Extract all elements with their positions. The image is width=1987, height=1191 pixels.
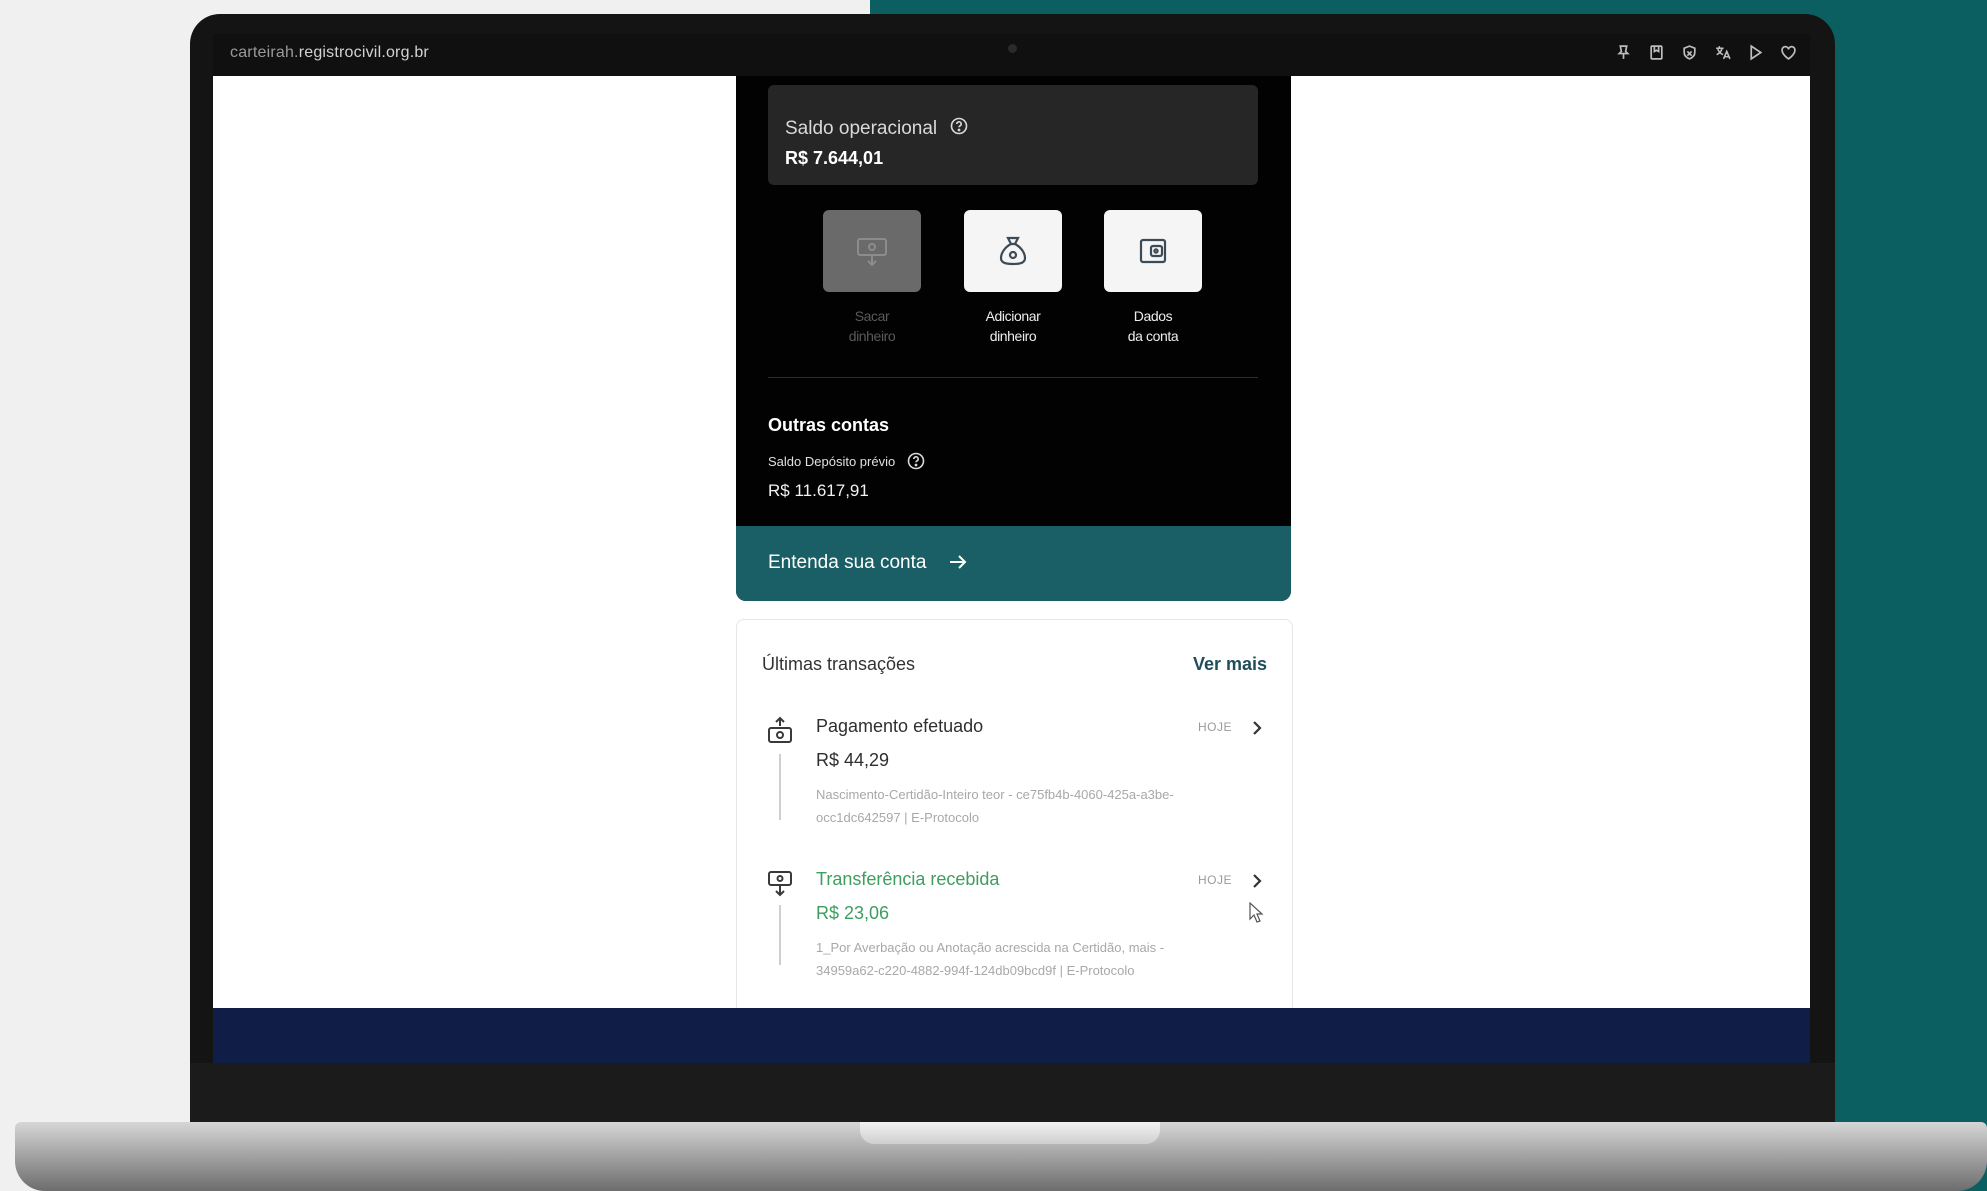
withdraw-money-label: Sacar dinheiro [848, 308, 896, 344]
url-host: registrocivil.org.br [298, 44, 429, 61]
section-divider [768, 377, 1258, 378]
balance-label-row: Saldo operacional [785, 117, 968, 141]
wallet-icon [1139, 238, 1167, 264]
understand-account-label: Entenda sua conta [768, 552, 927, 573]
camera-dot [1008, 44, 1017, 53]
deposit-label: Saldo Depósito prévio [768, 453, 896, 469]
transaction-date: HOJE [1198, 720, 1233, 734]
bookmark-icon[interactable] [1647, 43, 1666, 62]
play-icon[interactable] [1746, 43, 1765, 62]
transaction-description: Nascimento-Certidão-Inteiro teor - ce75f… [816, 787, 1174, 825]
add-money-button[interactable] [964, 210, 1062, 292]
balance-value: R$ 7.644,01 [785, 148, 884, 168]
transaction-amount: R$ 23,06 [816, 903, 890, 923]
transaction-amount: R$ 44,29 [816, 750, 890, 770]
add-money-label: Adicionar dinheiro [985, 308, 1041, 344]
chevron-right-icon[interactable] [1250, 718, 1264, 743]
help-icon[interactable] [907, 452, 925, 473]
transaction-name: Transferência recebida [816, 869, 1000, 889]
understand-account-link[interactable]: Entenda sua conta [736, 526, 1291, 601]
page-footer-bar [213, 1008, 1810, 1063]
transactions-title: Últimas transações [762, 654, 916, 674]
transaction-item[interactable]: Pagamento efetuado R$ 44,29 Nascimento-C… [762, 716, 1267, 826]
timeline-line [779, 905, 781, 965]
laptop-notch [860, 1122, 1160, 1144]
other-accounts-title: Outras contas [768, 415, 890, 435]
withdraw-money-button[interactable] [823, 210, 921, 292]
account-details-label: Dados da conta [1127, 308, 1179, 344]
url-text[interactable]: carteirah.registrocivil.org.br [230, 44, 429, 62]
url-prefix: carteirah. [230, 44, 299, 61]
payment-icon [766, 716, 794, 751]
deposit-value: R$ 11.617,91 [768, 481, 869, 500]
withdraw-money-action[interactable]: Sacar dinheiro [823, 210, 921, 346]
laptop-chin [190, 1063, 1835, 1123]
transaction-item[interactable]: Transferência recebida R$ 23,06 1_Por Av… [762, 869, 1267, 1008]
money-bag-icon [999, 236, 1027, 266]
account-details-button[interactable] [1104, 210, 1202, 292]
chevron-right-icon[interactable] [1250, 871, 1264, 896]
help-icon[interactable] [950, 117, 968, 141]
browser-top-bar: carteirah.registrocivil.org.br [213, 34, 1810, 76]
transfer-received-icon [766, 869, 794, 904]
pin-icon[interactable] [1614, 43, 1633, 62]
deposit-label-row: Saldo Depósito prévio [768, 452, 925, 473]
browser-viewport: Saldo operacional R$ 7.644,01 Sacar dinh… [213, 76, 1810, 1008]
transaction-description: 1_Por Averbação ou Anotação acrescida na… [816, 940, 1165, 978]
add-money-action[interactable]: Adicionar dinheiro [964, 210, 1062, 346]
withdraw-icon [857, 238, 887, 267]
transactions-card: Últimas transações Ver mais Pagamento ef… [736, 619, 1293, 1008]
arrow-right-icon [946, 550, 970, 580]
transaction-date: HOJE [1198, 873, 1233, 887]
account-summary-panel: Saldo operacional R$ 7.644,01 Sacar dinh… [736, 76, 1291, 601]
balance-card: Saldo operacional R$ 7.644,01 [768, 85, 1258, 185]
transaction-name: Pagamento efetuado [816, 716, 984, 736]
browser-toolbar-icons [1614, 43, 1798, 62]
translate-icon[interactable] [1713, 43, 1732, 62]
shield-icon[interactable] [1680, 43, 1699, 62]
see-more-link[interactable]: Ver mais [1193, 654, 1267, 675]
mouse-cursor-icon [1248, 901, 1264, 929]
timeline-line [779, 754, 781, 820]
account-details-action[interactable]: Dados da conta [1104, 210, 1202, 346]
balance-label: Saldo operacional [785, 118, 938, 140]
heart-icon[interactable] [1779, 43, 1798, 62]
